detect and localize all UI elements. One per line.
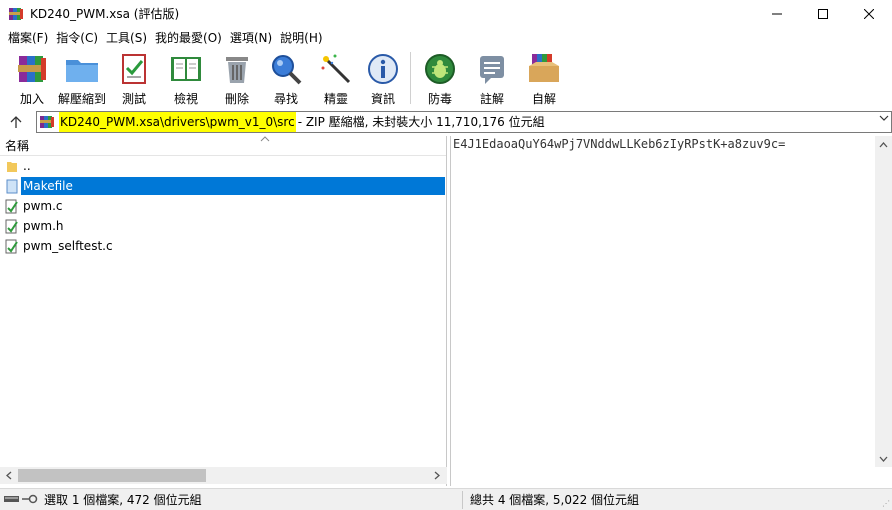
trash-can-icon [219,51,255,87]
selection-status: 選取 1 個檔案, 472 個位元組 [44,493,202,507]
file-list-horizontal-scrollbar[interactable] [0,467,447,484]
toolbar-separator [410,52,411,104]
menu-help[interactable]: 說明(H) [276,28,326,48]
find-label: 尋找 [273,92,298,106]
folder-up-icon [4,158,19,174]
archive-comment: E4J1EdaoaQuY64wPj7VNddwLLKeb6zIyRPstK+a8… [453,137,786,151]
sfx-label: 自解 [531,92,556,106]
test-button[interactable]: 測試 [110,48,158,108]
comment-note-icon [474,51,510,87]
add-button[interactable]: 加入 [10,48,54,108]
extract-to-label: 解壓縮到 [57,92,106,106]
comment-pane[interactable]: E4J1EdaoaQuY64wPj7VNddwLLKeb6zIyRPstK+a8… [450,136,892,486]
file-row-parent-folder[interactable]: .. [0,156,446,176]
scrollbar-thumb[interactable] [18,469,206,482]
info-label: 資訊 [370,92,395,106]
wizard-button[interactable]: 精靈 [312,48,360,108]
delete-label: 刪除 [224,92,249,106]
checklist-icon [116,51,152,87]
source-file-icon [4,218,19,234]
status-bar: 選取 1 個檔案, 472 個位元組 總共 4 個檔案, 5,022 個位元組 … [0,488,892,510]
up-one-level-button[interactable] [0,110,32,134]
magnifier-icon [268,51,304,87]
source-file-icon [4,238,19,254]
name-column-header[interactable]: 名稱 [0,136,446,156]
total-status: 總共 4 個檔案, 5,022 個位元組 [470,493,640,507]
find-button[interactable]: 尋找 [260,48,312,108]
add-label: 加入 [19,92,44,106]
file-row-pwm-selftest-c[interactable]: pwm_selftest.c [0,236,446,256]
scroll-up-icon[interactable] [875,136,892,153]
archive-path: KD240_PWM.xsa\drivers\pwm_v1_0\src [59,112,296,132]
wizard-label: 精靈 [323,92,348,106]
virus-scan-label: 防毒 [427,92,452,106]
extract-to-button[interactable]: 解壓縮到 [54,48,110,108]
resize-grip-icon[interactable]: ⋰ [882,499,890,508]
file-row-makefile[interactable]: Makefile [0,176,446,196]
up-arrow-icon [10,116,22,128]
chevron-down-icon[interactable] [879,114,889,125]
view-button[interactable]: 檢視 [158,48,214,108]
open-book-icon [168,51,204,87]
bug-icon [422,51,458,87]
maximize-button[interactable] [800,0,846,27]
file-name: pwm.c [23,199,63,213]
archive-info: - ZIP 壓縮檔, 未封裝大小 11,710,176 位元組 [297,115,545,129]
scroll-left-icon[interactable] [0,467,17,484]
status-divider [462,491,463,509]
virus-scan-button[interactable]: 防毒 [415,48,465,108]
comment-label: 註解 [479,92,504,106]
key-icon [22,493,38,507]
menu-file[interactable]: 檔案(F) [4,28,52,48]
file-name: Makefile [21,177,445,195]
minimize-button[interactable] [754,0,800,27]
archive-path-field[interactable]: KD240_PWM.xsa\drivers\pwm_v1_0\src - ZIP… [36,111,892,133]
test-label: 測試 [121,92,146,106]
menu-tools[interactable]: 工具(S) [102,28,151,48]
source-file-icon [4,198,19,214]
comment-vertical-scrollbar[interactable] [875,136,892,467]
sort-ascending-icon [260,134,270,145]
scroll-down-icon[interactable] [875,450,892,467]
file-name: pwm.h [23,219,64,233]
close-button[interactable] [846,0,892,27]
toolbar: 加入 解壓縮到 測試 檢視 刪除 尋找 精靈 資訊 防毒 註解 自解 [0,48,892,110]
status-icons [0,490,40,510]
magic-wand-icon [318,51,354,87]
sfx-box-icon [526,51,562,87]
file-name: pwm_selftest.c [23,239,113,253]
scroll-right-icon[interactable] [428,467,445,484]
folder-icon [64,51,100,87]
comment-button[interactable]: 註解 [465,48,519,108]
drive-icon [4,493,20,507]
menu-bar: 檔案(F) 指令(C) 工具(S) 我的最愛(O) 選項(N) 說明(H) [0,28,327,48]
window-title: KD240_PWM.xsa (評估版) [30,7,180,21]
file-name: .. [23,159,31,173]
archive-icon [39,114,55,130]
file-row-pwm-c[interactable]: pwm.c [0,196,446,216]
title-bar: KD240_PWM.xsa (評估版) [0,0,892,27]
books-stack-icon [14,51,50,87]
view-label: 檢視 [173,92,198,106]
file-list-pane: 名稱 .. Makefile pwm.c pwm.h pwm_selftest.… [0,136,447,486]
winrar-app-icon [8,6,24,22]
window-controls [754,0,892,27]
sfx-button[interactable]: 自解 [519,48,569,108]
address-bar: KD240_PWM.xsa\drivers\pwm_v1_0\src - ZIP… [0,110,892,134]
file-row-pwm-h[interactable]: pwm.h [0,216,446,236]
generic-file-icon [4,178,19,194]
info-icon [365,51,401,87]
info-button[interactable]: 資訊 [360,48,406,108]
menu-commands[interactable]: 指令(C) [52,28,102,48]
name-column-label: 名稱 [5,139,30,153]
delete-button[interactable]: 刪除 [214,48,260,108]
menu-options[interactable]: 選項(N) [226,28,276,48]
menu-favorites[interactable]: 我的最愛(O) [151,28,226,48]
